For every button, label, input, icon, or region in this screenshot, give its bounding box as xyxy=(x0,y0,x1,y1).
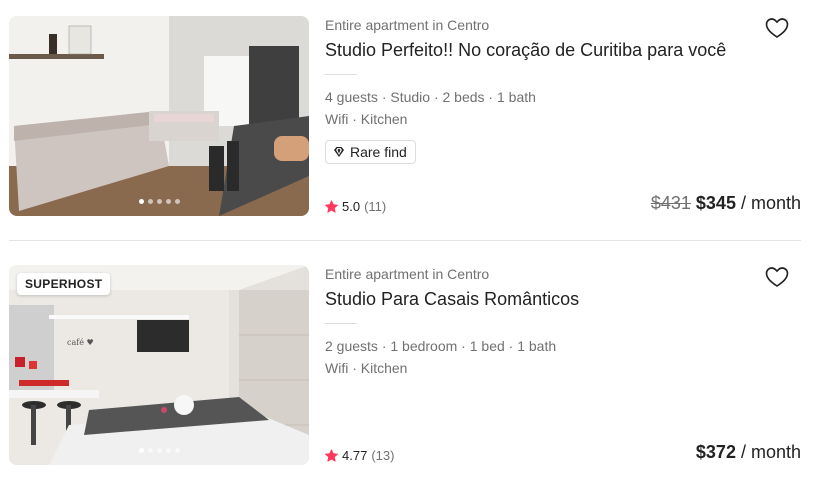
carousel-dot[interactable] xyxy=(156,199,162,204)
listing-rating: 5.0 (11) xyxy=(325,199,386,214)
listing-title[interactable]: Studio Perfeito!! No coração de Curitiba… xyxy=(325,38,801,62)
heart-outline-icon[interactable] xyxy=(765,265,789,289)
carousel-dots xyxy=(9,199,309,204)
price: $372 xyxy=(695,442,736,462)
listing-photo-carousel[interactable] xyxy=(9,16,309,216)
listing-card[interactable]: Entire apartment in Centro Studio Perfei… xyxy=(0,0,813,241)
listing-separator xyxy=(9,240,801,241)
carousel-dot[interactable] xyxy=(138,199,144,204)
listing-info: Entire apartment in Centro Studio Perfei… xyxy=(325,16,801,164)
carousel-dot[interactable] xyxy=(174,199,180,204)
star-icon xyxy=(325,200,338,213)
carousel-dot[interactable] xyxy=(147,448,153,453)
listing-photo-carousel[interactable]: café ♥ SUPERHOST xyxy=(9,265,309,465)
listing-photo xyxy=(9,16,309,216)
listing-info: Entire apartment in Centro Studio Para C… xyxy=(325,265,801,379)
discounted-price: $345 xyxy=(695,193,736,213)
listing-amenities: Wifi · Kitchen xyxy=(325,360,408,376)
heart-outline-icon[interactable] xyxy=(765,16,789,40)
price-unit: / month xyxy=(740,442,801,462)
rating-value: 4.77 xyxy=(342,448,368,463)
carousel-dot[interactable] xyxy=(165,448,171,453)
listing-type: Entire apartment in Centro xyxy=(325,17,490,33)
listing-title[interactable]: Studio Para Casais Românticos xyxy=(325,287,801,311)
review-count: (11) xyxy=(364,199,387,214)
svg-text:café ♥: café ♥ xyxy=(67,338,94,347)
divider xyxy=(325,323,357,324)
carousel-dots xyxy=(9,448,309,453)
superhost-badge: SUPERHOST xyxy=(17,273,111,295)
carousel-dot[interactable] xyxy=(147,199,153,204)
carousel-dot[interactable] xyxy=(174,448,180,453)
listing-card[interactable]: café ♥ SUPERHOST Entire apartment in Cen… xyxy=(0,249,813,485)
rare-find-badge: Rare find xyxy=(325,140,416,164)
listing-photo: café ♥ xyxy=(9,265,309,465)
price-unit: / month xyxy=(740,193,801,213)
rating-value: 5.0 xyxy=(342,199,361,214)
listing-details: 2 guests · 1 bedroom · 1 bed · 1 bath xyxy=(325,338,557,354)
diamond-icon xyxy=(334,147,344,157)
divider xyxy=(325,74,357,75)
carousel-dot[interactable] xyxy=(165,199,171,204)
listing-details: 4 guests · Studio · 2 beds · 1 bath xyxy=(325,89,536,105)
star-icon xyxy=(325,449,338,462)
badge-label: Rare find xyxy=(350,144,407,160)
carousel-dot[interactable] xyxy=(156,448,162,453)
listing-rating: 4.77 (13) xyxy=(325,448,394,463)
listing-price: $431 $345 / month xyxy=(651,192,801,214)
listing-amenities: Wifi · Kitchen xyxy=(325,111,408,127)
original-price: $431 xyxy=(650,193,691,213)
carousel-dot[interactable] xyxy=(138,448,144,453)
review-count: (13) xyxy=(371,448,395,463)
listing-type: Entire apartment in Centro xyxy=(325,266,490,282)
listing-price: $372 / month xyxy=(696,441,801,463)
